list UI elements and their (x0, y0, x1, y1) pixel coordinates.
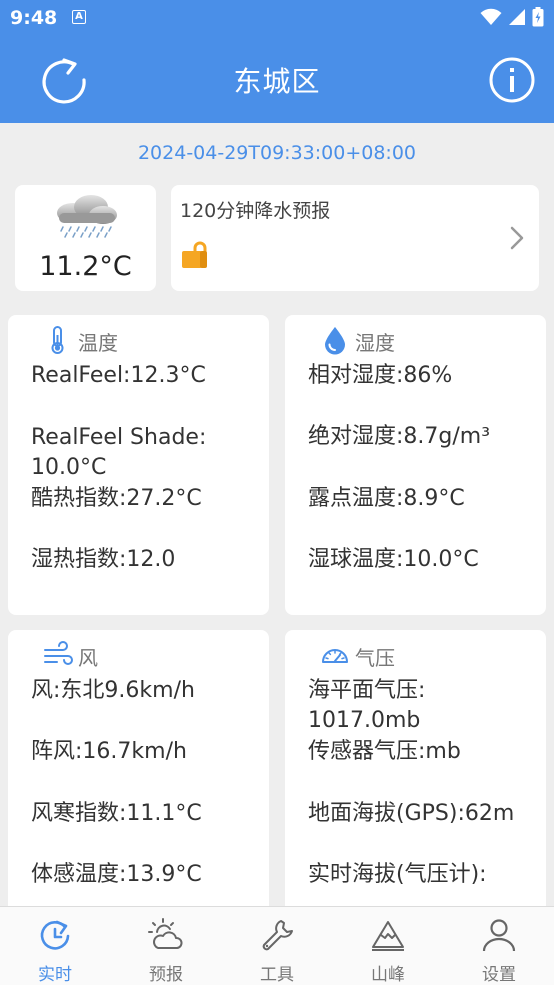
temperature-card-header: 温度 (8, 323, 269, 357)
battery-icon (532, 7, 544, 27)
realfeel-value: RealFeel:12.3°C (31, 363, 206, 388)
wind-card-title: 风 (78, 646, 98, 670)
current-temperature: 11.2°C (39, 251, 132, 282)
relative-humidity-value: 相对湿度:86% (308, 363, 453, 388)
chevron-right-icon[interactable] (509, 225, 525, 251)
pressure-card[interactable]: 气压 海平面气压: 1017.0mb 传感器气压:mb 地面海拔(GPS):62… (285, 630, 546, 930)
humidity-card-title: 湿度 (355, 331, 395, 355)
nav-label-mountain: 山峰 (371, 965, 405, 985)
signal-icon (509, 9, 525, 25)
thermometer-icon (51, 326, 64, 354)
sea-level-pressure-value: 1017.0mb (308, 708, 421, 733)
realfeel-shade-value: 10.0°C (31, 455, 107, 480)
nav-item-mountain[interactable]: 山峰 (333, 907, 443, 985)
humidex-value: 湿热指数:12.0 (31, 547, 176, 572)
status-bar: 9:48 A (0, 0, 554, 36)
precipitation-title: 120分钟降水预报 (180, 200, 331, 222)
temperature-card-title: 温度 (78, 331, 118, 355)
temperature-card[interactable]: 温度 RealFeel:12.3°C RealFeel Shade: 10.0°… (8, 315, 269, 615)
nav-label-settings: 设置 (482, 965, 516, 985)
nav-item-settings[interactable]: 设置 (444, 907, 554, 985)
pressure-card-title: 气压 (355, 646, 395, 670)
wifi-icon (480, 8, 502, 25)
wind-card-header: 风 (8, 638, 269, 672)
gauge-icon (322, 649, 348, 663)
wrench-icon (262, 920, 293, 951)
nav-item-realtime[interactable]: 实时 (0, 907, 110, 985)
nav-item-forecast[interactable]: 预报 (111, 907, 221, 985)
person-icon (482, 919, 516, 952)
nav-label-forecast: 预报 (149, 965, 183, 985)
info-button[interactable] (488, 56, 536, 104)
wet-bulb-value: 湿球温度:10.0°C (308, 547, 479, 572)
wind-icon (44, 641, 73, 665)
gust-value: 阵风:16.7km/h (31, 739, 187, 764)
realfeel-shade-label: RealFeel Shade: (31, 425, 207, 450)
wind-chill-value: 风寒指数:11.1°C (31, 801, 202, 826)
status-time: 9:48 (10, 7, 58, 29)
wind-value: 风:东北9.6km/h (31, 678, 195, 703)
status-icons (480, 7, 544, 27)
forecast-icon (148, 918, 183, 949)
nav-label-realtime: 实时 (38, 965, 72, 985)
bottom-navigation: 实时 预报 工具 山峰 设置 (0, 906, 554, 985)
wind-card[interactable]: 风 风:东北9.6km/h 阵风:16.7km/h 风寒指数:11.1°C 体感… (8, 630, 269, 930)
barometer-altitude-value: 实时海拔(气压计): (308, 862, 487, 887)
update-timestamp: 2024-04-29T09:33:00+08:00 (137, 142, 417, 164)
app-bar: 东城区 (0, 36, 554, 123)
sensor-pressure-value: 传感器气压:mb (308, 739, 461, 764)
sea-level-pressure-label: 海平面气压: (308, 678, 426, 703)
heat-index-value: 酷热指数:27.2°C (31, 486, 202, 511)
absolute-humidity-value: 绝对湿度:8.7g/m³ (308, 424, 491, 449)
page-title: 东城区 (233, 65, 321, 98)
gps-altitude-value: 地面海拔(GPS):62m (308, 801, 515, 826)
lock-icon (182, 241, 207, 268)
current-weather-card[interactable]: 11.2°C (15, 185, 156, 291)
cloud-rain-icon (57, 195, 117, 238)
water-drop-icon (325, 327, 345, 355)
dew-point-value: 露点温度:8.9°C (308, 486, 465, 511)
pressure-card-header: 气压 (285, 638, 546, 672)
nav-label-tools: 工具 (260, 965, 294, 985)
nav-item-tools[interactable]: 工具 (222, 907, 332, 985)
humidity-card[interactable]: 湿度 相对湿度:86% 绝对湿度:8.7g/m³ 露点温度:8.9°C 湿球温度… (285, 315, 546, 615)
realtime-icon (40, 920, 70, 950)
apparent-temperature-value: 体感温度:13.9°C (31, 862, 202, 887)
mountain-icon (372, 921, 404, 951)
precipitation-forecast-card[interactable]: 120分钟降水预报 (171, 185, 539, 291)
notification-app-icon: A (72, 10, 86, 24)
humidity-card-header: 湿度 (285, 323, 546, 357)
